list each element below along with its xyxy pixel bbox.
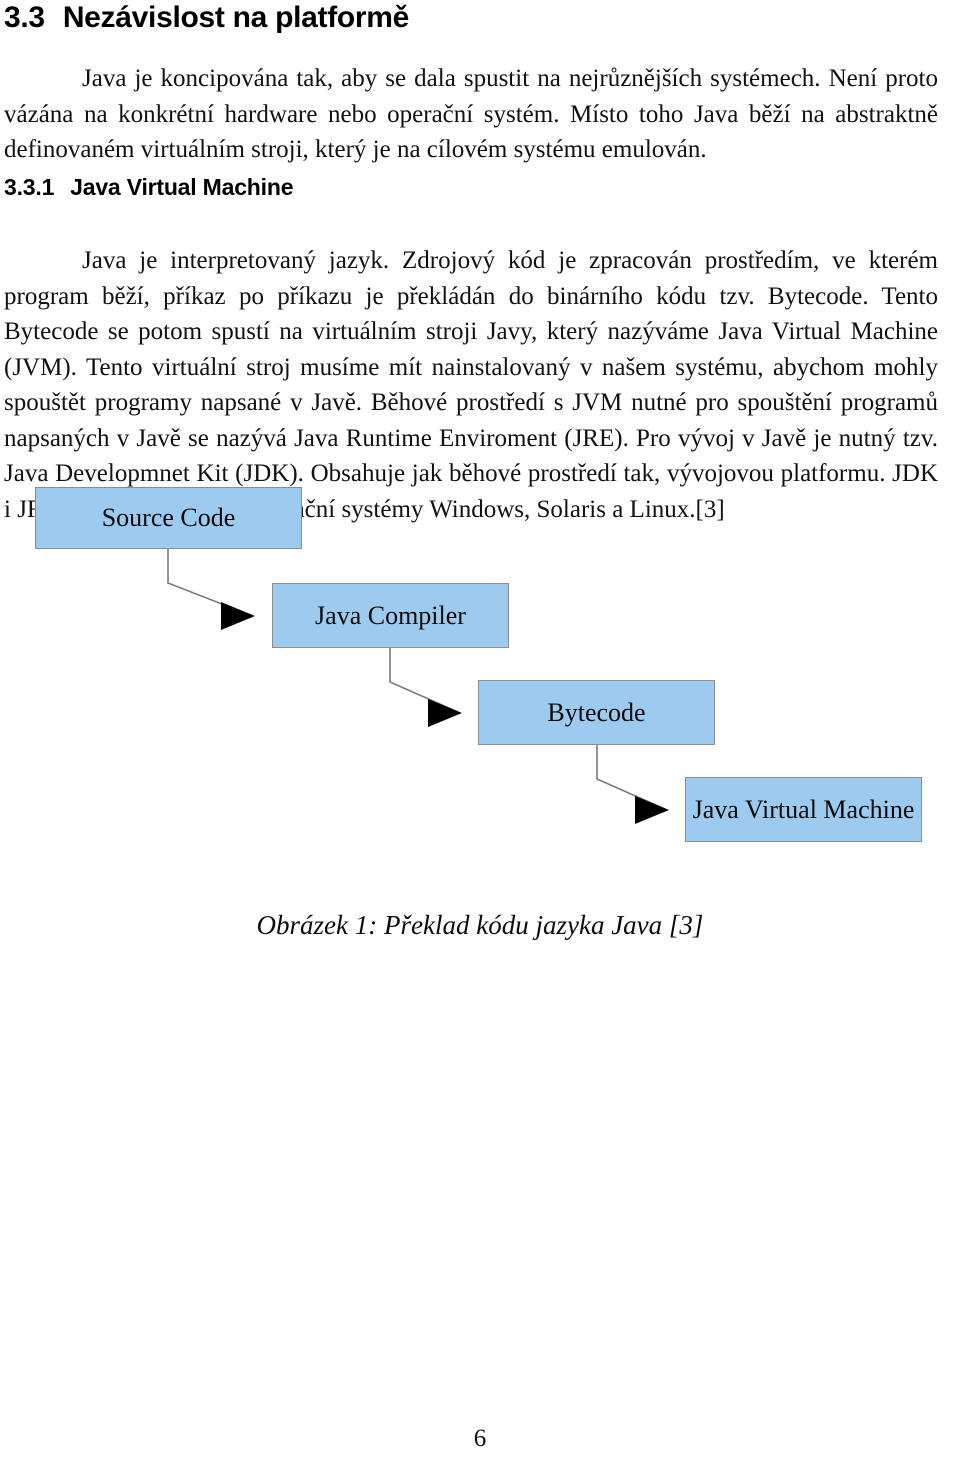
arrowhead-icon xyxy=(428,699,462,727)
diagram-node-java-virtual-machine: Java Virtual Machine xyxy=(685,777,922,842)
figure-diagram: Source Code Java Compiler Bytecode Java … xyxy=(0,470,960,890)
subsection-title: Java Virtual Machine xyxy=(70,174,294,200)
section-heading: 3.3 Nezávislost na platformě xyxy=(4,0,944,36)
diagram-node-bytecode: Bytecode xyxy=(478,680,715,745)
arrowhead-icon xyxy=(221,602,255,630)
diagram-node-java-compiler: Java Compiler xyxy=(272,583,509,648)
diagram-node-source-code: Source Code xyxy=(35,487,302,549)
document-page: 3.3 Nezávislost na platformě Java je konc… xyxy=(0,0,960,1457)
connector-source-to-compiler xyxy=(167,549,255,630)
page-number: 6 xyxy=(473,1425,487,1452)
section-title: Nezávislost na platformě xyxy=(62,1,410,34)
subsection-number: 3.3.1 xyxy=(4,174,55,200)
section-paragraph: Java je koncipována tak, aby se dala spu… xyxy=(4,65,938,163)
connector-bytecode-to-jvm xyxy=(596,745,669,824)
subsection-heading: 3.3.1 Java Virtual Machine xyxy=(4,173,944,201)
connector-compiler-to-bytecode xyxy=(389,648,462,727)
figure-caption: Obrázek 1: Překlad kódu jazyka Java [3] xyxy=(256,910,704,940)
arrowhead-icon xyxy=(635,796,669,824)
section-number: 3.3 xyxy=(4,1,45,34)
